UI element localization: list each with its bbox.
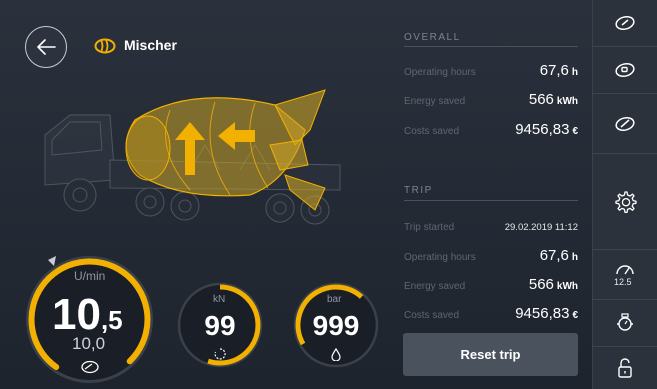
trip-operating-hours-value: 67,6 h bbox=[540, 247, 578, 264]
page-title: Mischer bbox=[124, 37, 177, 53]
reset-trip-button[interactable]: Reset trip bbox=[403, 333, 578, 376]
drum-view-1-icon bbox=[615, 16, 635, 30]
trip-started-label: Trip started bbox=[404, 222, 455, 233]
speed-gauge: U/min 10,5 10,0 bbox=[22, 252, 157, 387]
overall-divider bbox=[404, 46, 578, 47]
trip-costs-saved-label: Costs saved bbox=[404, 310, 460, 321]
sidebar-item-drum-view-2[interactable] bbox=[593, 47, 657, 94]
overall-energy-saved-label: Energy saved bbox=[404, 96, 466, 107]
mixer-drum-icon bbox=[94, 38, 116, 54]
overall-operating-hours-unit: h bbox=[571, 67, 578, 78]
back-button[interactable] bbox=[25, 26, 67, 68]
overall-costs-saved-number: 9456,83 bbox=[515, 121, 570, 138]
mixer-screen: Mischer U/min 10,5 10,0 kN 99 bar 999 OV… bbox=[0, 0, 657, 389]
drum-view-2-icon bbox=[615, 63, 635, 77]
trip-operating-hours-number: 67,6 bbox=[539, 247, 569, 264]
overall-costs-saved-unit: € bbox=[572, 126, 578, 137]
sidebar-item-lock[interactable] bbox=[593, 347, 657, 389]
pressure-unit: bar bbox=[327, 294, 342, 305]
drop-icon bbox=[331, 348, 341, 361]
force-value: 99 bbox=[204, 310, 236, 341]
pressure-value: 999 bbox=[312, 310, 360, 341]
trip-operating-hours-unit: h bbox=[571, 252, 578, 263]
overall-energy-saved-value: 566 kWh bbox=[529, 91, 578, 108]
speed-value: 10,5 bbox=[52, 290, 123, 340]
sidebar-item-settings[interactable] bbox=[593, 154, 657, 250]
settings-gear-icon bbox=[615, 190, 637, 213]
speed-value-main: 10 bbox=[52, 290, 101, 339]
sidebar-item-speed-limit[interactable]: 12.5 bbox=[593, 250, 657, 300]
trip-costs-saved-value: 9456,83 € bbox=[515, 305, 578, 322]
speed-limit-label: 12.5 bbox=[614, 277, 632, 287]
trip-energy-saved-value: 566 kWh bbox=[529, 276, 578, 293]
trip-operating-hours-label: Operating hours bbox=[404, 252, 476, 263]
drum-rotation-icon bbox=[81, 360, 99, 374]
truck-mixer-illustration bbox=[44, 89, 341, 225]
drum-pressure-icon bbox=[617, 313, 633, 331]
speed-setpoint: 10,0 bbox=[72, 334, 106, 353]
trip-energy-saved-number: 566 bbox=[528, 276, 554, 293]
drum-view-3-icon bbox=[615, 116, 635, 131]
sidebar-item-drum-view-1[interactable] bbox=[593, 0, 657, 47]
trip-title: TRIP bbox=[404, 185, 433, 196]
speed-unit: U/min bbox=[74, 269, 106, 283]
overall-costs-saved-label: Costs saved bbox=[404, 126, 460, 137]
sidebar-item-drum-pressure[interactable] bbox=[593, 300, 657, 347]
trip-costs-saved-unit: € bbox=[572, 310, 578, 321]
overall-energy-saved-unit: kWh bbox=[556, 96, 578, 107]
rotation-dial-icon bbox=[214, 348, 226, 360]
overall-title: OVERALL bbox=[404, 32, 461, 43]
overall-operating-hours-number: 67,6 bbox=[539, 62, 569, 79]
force-gauge: kN 99 bbox=[175, 280, 265, 370]
overall-operating-hours-value: 67,6 h bbox=[540, 62, 578, 79]
trip-energy-saved-unit: kWh bbox=[556, 281, 578, 292]
overall-operating-hours-label: Operating hours bbox=[404, 67, 476, 78]
trip-started-value: 29.02.2019 11:12 bbox=[504, 222, 578, 233]
trip-costs-saved-number: 9456,83 bbox=[515, 305, 570, 322]
force-unit: kN bbox=[213, 294, 226, 305]
setpoint-marker bbox=[48, 256, 56, 266]
lock-open-icon bbox=[618, 358, 632, 378]
trip-energy-saved-label: Energy saved bbox=[404, 281, 466, 292]
right-sidebar: 12.5 bbox=[592, 0, 657, 389]
mixer-visual-area: Mischer U/min 10,5 10,0 kN 99 bar 999 bbox=[0, 0, 390, 389]
overall-costs-saved-value: 9456,83 € bbox=[515, 121, 578, 138]
overall-energy-saved-number: 566 bbox=[528, 91, 554, 108]
sidebar-item-drum-view-3[interactable] bbox=[593, 94, 657, 154]
statistics-panel: OVERALL Operating hours 67,6 h Energy sav… bbox=[390, 0, 590, 389]
pressure-gauge: bar 999 bbox=[291, 280, 381, 370]
trip-divider bbox=[404, 200, 578, 201]
arrow-left-icon bbox=[37, 39, 56, 55]
speed-value-decimal: ,5 bbox=[100, 305, 123, 335]
